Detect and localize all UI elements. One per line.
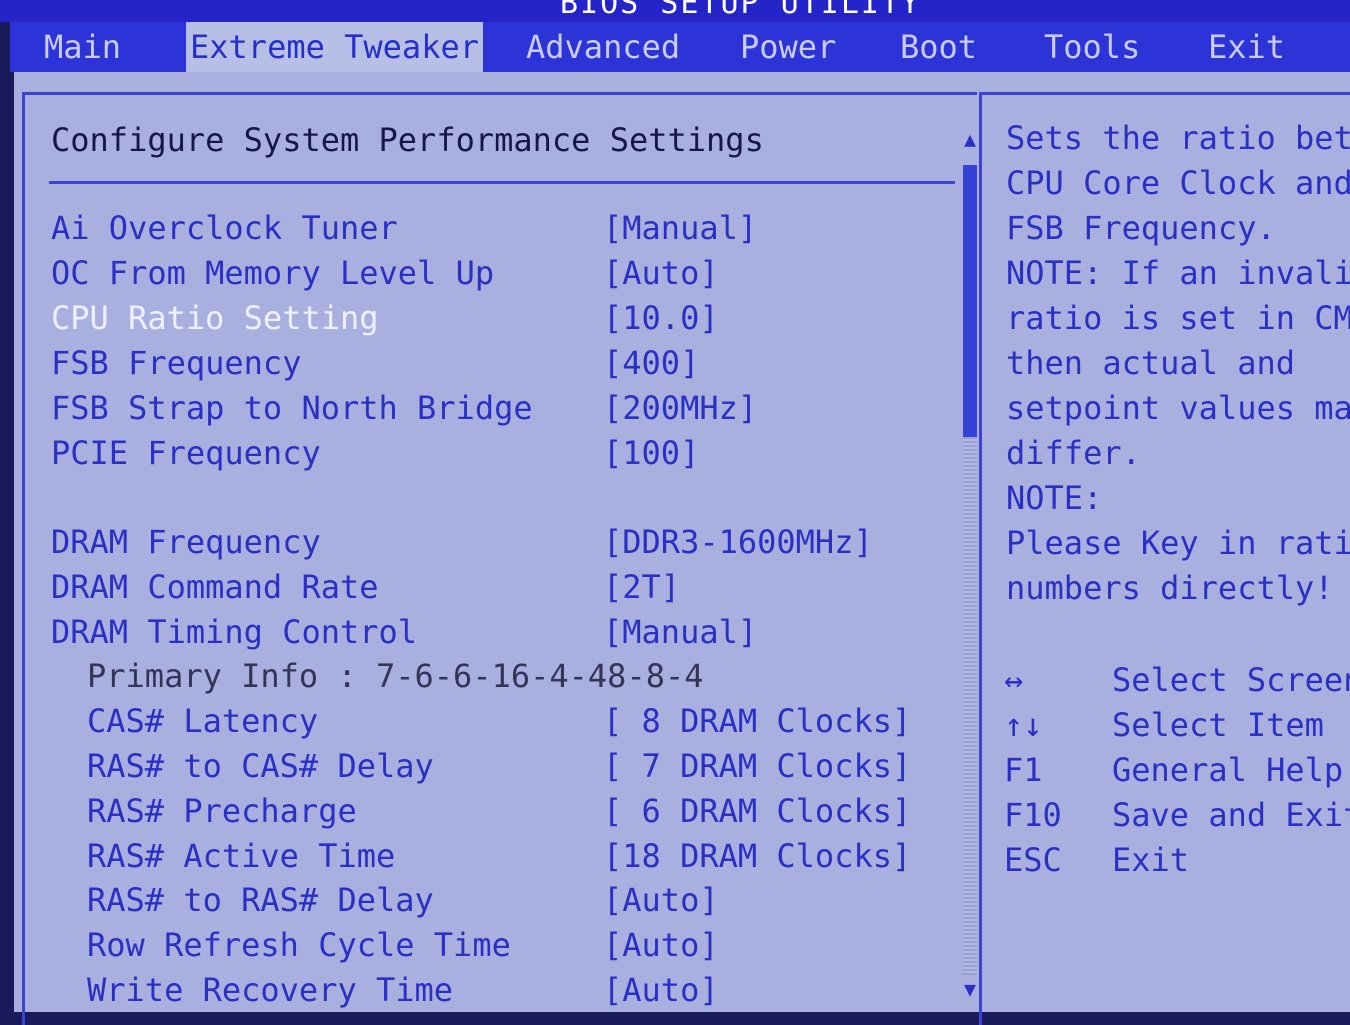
menu-advanced[interactable]: Advanced [522,22,684,72]
primary-info-text: Primary Info : 7-6-6-16-4-48-8-4 [87,657,704,695]
setting-ras-active-time[interactable]: RAS# Active Time [18 DRAM Clocks] [25,837,955,881]
window-title: BIOS SETUP UTILITY [560,0,922,21]
title-bar: BIOS SETUP UTILITY [0,0,1350,22]
scroll-up-arrow-icon[interactable]: ▲ [961,127,979,151]
help-text-line: numbers directly! [1006,569,1334,607]
setting-value[interactable]: [2T] [603,568,680,606]
setting-ras-precharge[interactable]: RAS# Precharge [ 6 DRAM Clocks] [25,792,955,836]
key-action: Select Screen [1112,661,1350,699]
setting-ras-to-ras-delay[interactable]: RAS# to RAS# Delay [Auto] [25,881,955,925]
menu-tools[interactable]: Tools [1040,22,1144,72]
setting-ras-to-cas-delay[interactable]: RAS# to CAS# Delay [ 7 DRAM Clocks] [25,747,955,791]
setting-value[interactable]: [100] [603,434,699,472]
setting-label: CAS# Latency [87,702,319,740]
setting-label: RAS# Active Time [87,837,396,875]
help-text-line: Sets the ratio betw [1006,119,1350,157]
setting-value[interactable]: [Auto] [603,926,719,964]
setting-label: Row Refresh Cycle Time [87,926,511,964]
setting-oc-from-memory-level-up[interactable]: OC From Memory Level Up [Auto] [25,254,955,298]
help-text-line: FSB Frequency. [1006,209,1276,247]
page-title: Configure System Performance Settings [51,121,764,159]
menu-bar: Main Extreme Tweaker Advanced Power Boot… [10,22,1350,72]
setting-write-recovery-time[interactable]: Write Recovery Time [Auto] [25,971,955,1015]
setting-pcie-frequency[interactable]: PCIE Frequency [100] [25,434,955,478]
setting-value[interactable]: [18 DRAM Clocks] [603,837,911,875]
help-text-line: setpoint values may [1006,389,1350,427]
setting-label: PCIE Frequency [51,434,321,472]
setting-row-refresh-cycle-time[interactable]: Row Refresh Cycle Time [Auto] [25,926,955,970]
setting-value[interactable]: [DDR3-1600MHz] [603,523,873,561]
settings-panel: Configure System Performance Settings Ai… [22,92,977,1025]
key-action: General Help [1112,751,1344,789]
setting-value[interactable]: [Manual] [603,209,757,247]
setting-label: CPU Ratio Setting [51,299,379,337]
setting-dram-command-rate[interactable]: DRAM Command Rate [2T] [25,568,955,612]
setting-dram-frequency[interactable]: DRAM Frequency [DDR3-1600MHz] [25,523,955,567]
help-text-line: NOTE: [1006,479,1103,517]
left-right-arrow-icon: ↔ [1004,661,1024,699]
menu-boot[interactable]: Boot [896,22,981,72]
setting-value[interactable]: [10.0] [603,299,719,337]
setting-value[interactable]: [Auto] [603,881,719,919]
setting-value[interactable]: [ 8 DRAM Clocks] [603,702,911,740]
setting-label: FSB Frequency [51,344,302,382]
primary-info: Primary Info : 7-6-6-16-4-48-8-4 [25,657,955,701]
setting-label: Ai Overclock Tuner [51,209,398,247]
setting-fsb-frequency[interactable]: FSB Frequency [400] [25,344,955,388]
setting-label: RAS# Precharge [87,792,357,830]
help-text-line: ratio is set in CMO [1006,299,1350,337]
key-action: Save and Exit [1112,796,1350,834]
scrollbar[interactable]: ▲ ▼ [961,125,979,1005]
key-action: Select Item [1112,706,1324,744]
setting-label: DRAM Command Rate [51,568,379,606]
key-action: Exit [1112,841,1190,879]
setting-fsb-strap[interactable]: FSB Strap to North Bridge [200MHz] [25,389,955,433]
scroll-thumb[interactable] [963,165,977,437]
help-text-line: differ. [1006,434,1141,472]
key-name: ESC [1004,841,1062,879]
setting-label: DRAM Timing Control [51,613,418,651]
menu-exit[interactable]: Exit [1204,22,1289,72]
up-down-arrow-icon: ↑↓ [1004,706,1043,744]
bios-screen: Configure System Performance Settings Ai… [14,72,1350,1025]
setting-value[interactable]: [ 7 DRAM Clocks] [603,747,911,785]
setting-dram-timing-control[interactable]: DRAM Timing Control [Manual] [25,613,955,657]
key-name: F10 [1004,796,1062,834]
help-text-line: CPU Core Clock and [1006,164,1350,202]
setting-value[interactable]: [200MHz] [603,389,757,427]
setting-cas-latency[interactable]: CAS# Latency [ 8 DRAM Clocks] [25,702,955,746]
setting-label: DRAM Frequency [51,523,321,561]
scroll-down-arrow-icon[interactable]: ▼ [961,977,979,1001]
setting-value[interactable]: [Auto] [603,971,719,1009]
help-text-line: then actual and [1006,344,1295,382]
key-name: F1 [1004,751,1043,789]
help-text-line: Please Key in ratio [1006,524,1350,562]
setting-label: FSB Strap to North Bridge [51,389,533,427]
setting-value[interactable]: [Auto] [603,254,719,292]
heading-divider [49,181,955,184]
setting-value[interactable]: [ 6 DRAM Clocks] [603,792,911,830]
setting-cpu-ratio-setting[interactable]: CPU Ratio Setting [10.0] [25,299,955,343]
menu-main[interactable]: Main [40,22,125,72]
menu-extreme-tweaker[interactable]: Extreme Tweaker [186,22,483,72]
setting-value[interactable]: [Manual] [603,613,757,651]
setting-ai-overclock-tuner[interactable]: Ai Overclock Tuner [Manual] [25,209,955,253]
help-text-line: NOTE: If an invalid [1006,254,1350,292]
menu-power[interactable]: Power [736,22,840,72]
setting-label: RAS# to RAS# Delay [87,881,434,919]
help-panel: Sets the ratio betw CPU Core Clock and F… [979,92,1350,1025]
setting-label: OC From Memory Level Up [51,254,495,292]
setting-label: RAS# to CAS# Delay [87,747,434,785]
setting-value[interactable]: [400] [603,344,699,382]
setting-label: Write Recovery Time [87,971,454,1009]
